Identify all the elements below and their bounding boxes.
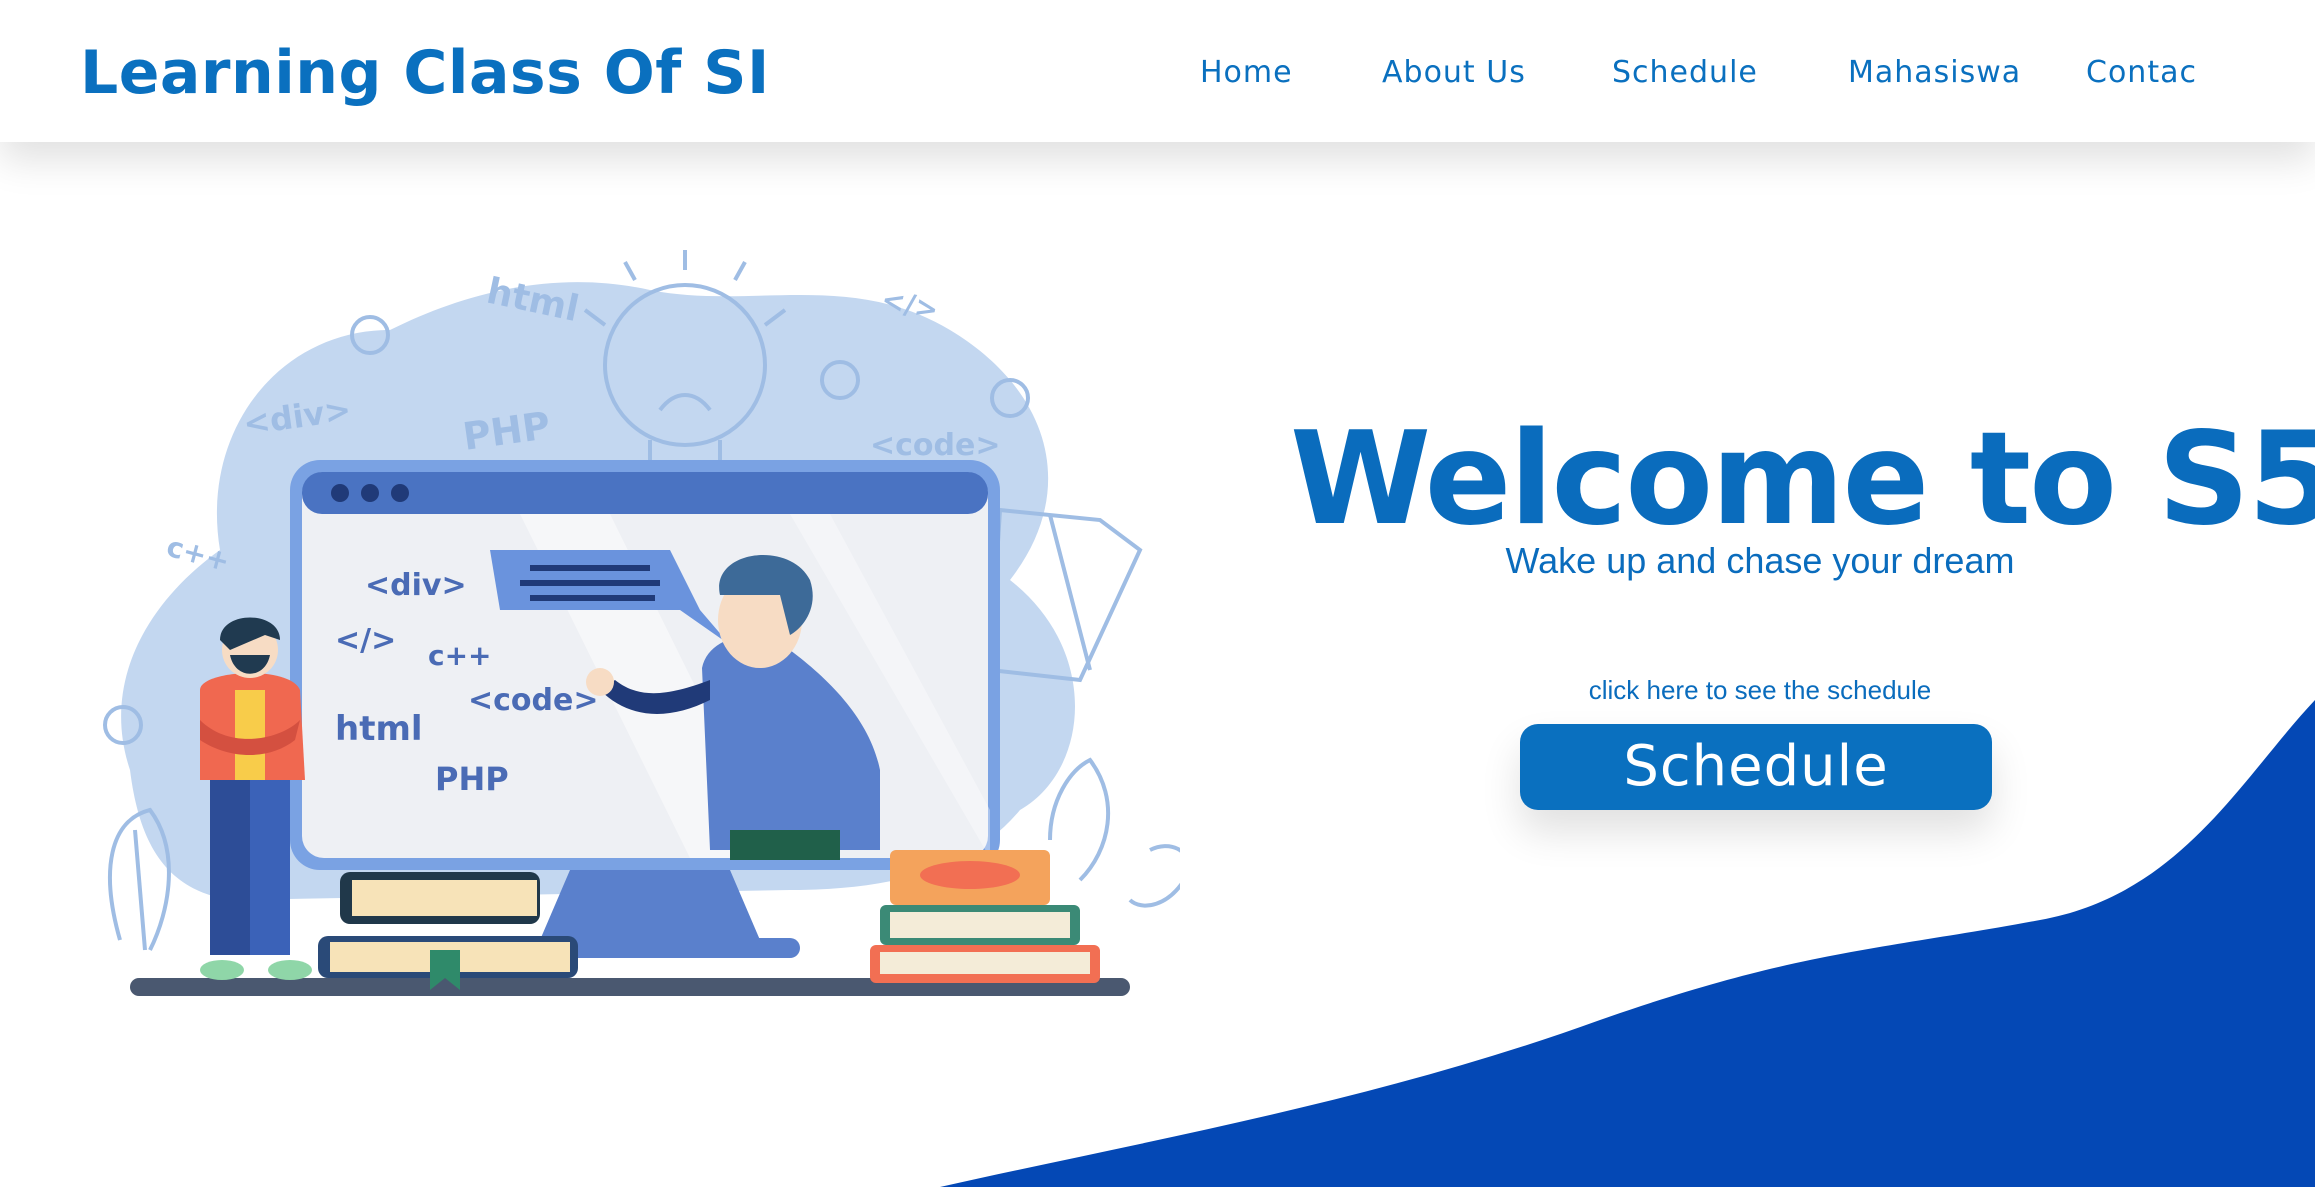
- schedule-hint: click here to see the schedule: [1588, 675, 1932, 705]
- nav-link-about-us[interactable]: About Us: [1382, 55, 1526, 90]
- svg-text:PHP: PHP: [435, 760, 509, 798]
- main-nav: Home About Us Schedule Mahasiswa Contac: [0, 55, 2315, 95]
- nav-link-home[interactable]: Home: [1200, 55, 1293, 90]
- svg-text:<code>: <code>: [468, 683, 599, 718]
- svg-text:c++: c++: [428, 639, 492, 672]
- hero-subtitle: Wake up and chase your dream: [1505, 540, 2015, 581]
- hero-title: Welcome to S5I: [1290, 405, 2315, 554]
- schedule-button[interactable]: Schedule: [1520, 724, 1992, 810]
- site-header: Learning Class Of SI Home About Us Sched…: [0, 0, 2315, 142]
- coding-class-illustration: html </> <div> PHP <code> c++ <div> </> …: [103, 250, 1180, 996]
- nav-link-mahasiswa[interactable]: Mahasiswa: [1848, 55, 2021, 90]
- svg-text:<code>: <code>: [870, 428, 1001, 463]
- nav-link-contact[interactable]: Contac: [2086, 55, 2197, 90]
- svg-text:html: html: [335, 709, 423, 749]
- svg-text:</>: </>: [335, 623, 396, 658]
- nav-link-schedule[interactable]: Schedule: [1612, 55, 1758, 90]
- svg-text:<div>: <div>: [365, 568, 467, 603]
